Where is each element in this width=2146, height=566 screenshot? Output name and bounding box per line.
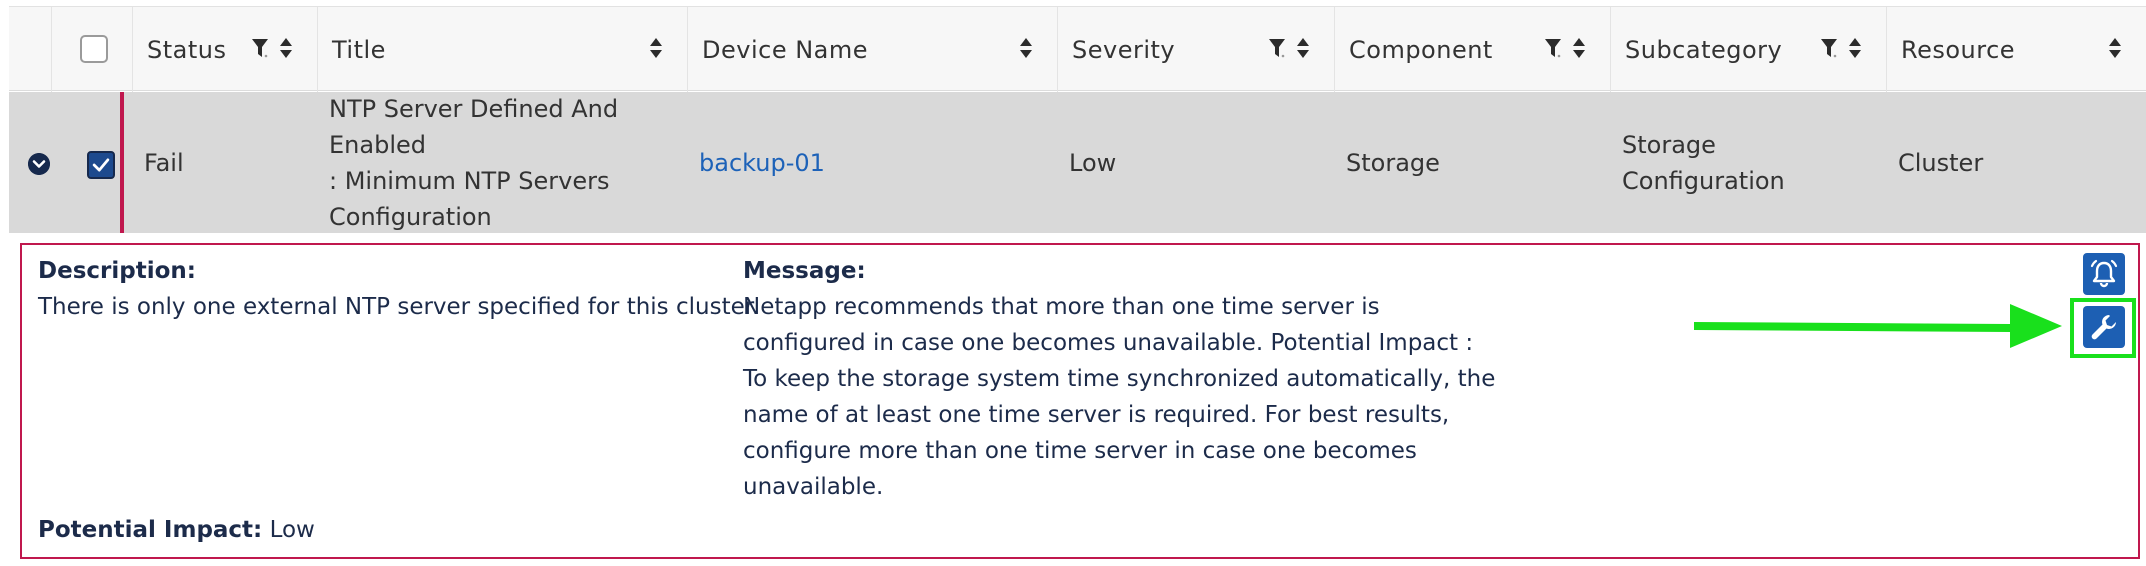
impact-value: Low	[269, 517, 315, 543]
sort-icon[interactable]	[1019, 37, 1033, 59]
sort-icon[interactable]	[1296, 37, 1310, 59]
header-severity[interactable]: Severity	[1057, 7, 1334, 92]
header-severity-label: Severity	[1072, 35, 1176, 64]
header-component[interactable]: Component	[1334, 7, 1610, 92]
header-device-name[interactable]: Device Name	[687, 7, 1057, 92]
filter-icon[interactable]	[1820, 37, 1838, 59]
component-value: Storage	[1346, 148, 1440, 177]
cell-device-name: backup-01	[687, 92, 1057, 233]
header-component-label: Component	[1349, 35, 1493, 64]
potential-impact: Potential Impact: Low	[38, 512, 315, 548]
description-section: Description: There is only one external …	[38, 253, 759, 325]
cell-status: Fail	[132, 92, 317, 233]
highlight-box	[2070, 298, 2136, 358]
sort-icon[interactable]	[1572, 37, 1586, 59]
collapse-row-icon[interactable]	[28, 153, 50, 175]
header-status-label: Status	[147, 35, 227, 64]
description-text: There is only one external NTP server sp…	[38, 294, 760, 320]
table-header-row: Status Title Device Name Severity Compon…	[9, 6, 2146, 92]
description-label: Description:	[38, 258, 196, 284]
filter-icon[interactable]	[1544, 37, 1562, 59]
header-subcategory[interactable]: Subcategory	[1610, 7, 1886, 92]
message-label: Message:	[743, 258, 866, 284]
message-line: configure more than one time server in c…	[743, 438, 1417, 464]
cell-component: Storage	[1334, 92, 1610, 233]
sort-icon[interactable]	[1848, 37, 1862, 59]
header-subcategory-label: Subcategory	[1625, 35, 1783, 64]
title-line: Configuration	[329, 202, 492, 231]
filter-icon[interactable]	[251, 37, 269, 59]
message-line: configured in case one becomes unavailab…	[743, 330, 1474, 356]
cell-title: NTP Server Defined And Enabled : Minimum…	[317, 92, 687, 233]
resource-value: Cluster	[1898, 148, 1984, 177]
severity-value: Low	[1069, 148, 1117, 177]
pointer-arrow	[1694, 304, 2062, 348]
message-line: To keep the storage system time synchron…	[743, 366, 1496, 392]
message-line: Netapp recommends that more than one tim…	[743, 294, 1380, 320]
title-line: : Minimum NTP Servers	[329, 166, 610, 195]
alarm-bell-icon	[2090, 259, 2118, 288]
header-status[interactable]: Status	[132, 7, 317, 92]
header-title[interactable]: Title	[317, 7, 687, 92]
status-value: Fail	[144, 148, 184, 177]
cell-resource: Cluster	[1886, 92, 2146, 233]
filter-icon[interactable]	[1268, 37, 1286, 59]
message-line: unavailable.	[743, 474, 884, 500]
cell-severity: Low	[1057, 92, 1334, 233]
header-expand-column	[9, 7, 51, 92]
select-all-checkbox[interactable]	[80, 35, 108, 63]
alarm-button[interactable]	[2083, 253, 2125, 295]
message-line: name of at least one time server is requ…	[743, 402, 1450, 428]
sort-icon[interactable]	[649, 37, 663, 59]
sort-icon[interactable]	[2108, 37, 2122, 59]
sort-icon[interactable]	[279, 37, 293, 59]
header-title-label: Title	[332, 35, 386, 64]
title-line: NTP Server Defined And Enabled	[329, 94, 619, 159]
cell-subcategory: Storage Configuration	[1610, 92, 1886, 233]
header-resource-label: Resource	[1901, 35, 2016, 64]
row-status-accent-bar	[120, 92, 124, 233]
impact-label: Potential Impact:	[38, 517, 263, 543]
message-section: Message: Netapp recommends that more tha…	[743, 253, 1495, 505]
device-name-link[interactable]: backup-01	[699, 145, 825, 181]
row-select-checkbox[interactable]	[87, 151, 115, 179]
header-resource[interactable]: Resource	[1886, 7, 2146, 92]
row-detail-panel: Description: There is only one external …	[20, 243, 2140, 559]
header-device-name-label: Device Name	[702, 35, 869, 64]
subcategory-value: Storage Configuration	[1622, 130, 1785, 195]
